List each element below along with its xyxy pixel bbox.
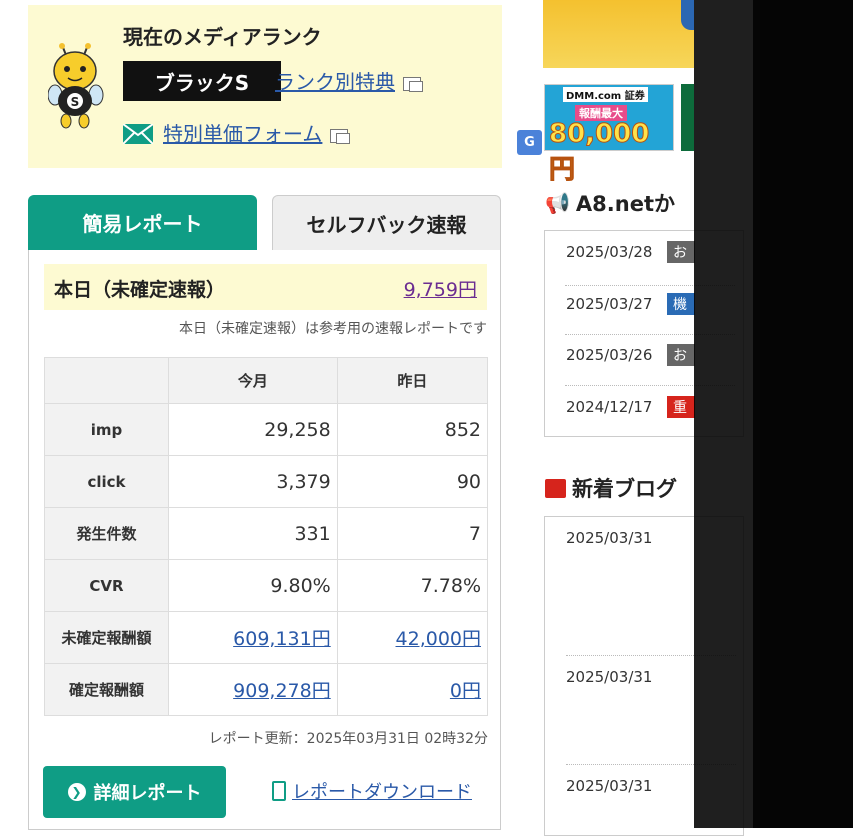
news-heading-text: A8.netか <box>575 192 675 216</box>
report-table: 今月 昨日 imp 29,258 852 click 3,379 90 発生件数… <box>44 357 489 716</box>
cell-cvr-yesterday: 7.78% <box>336 559 489 612</box>
tab-selfback-report[interactable]: セルフバック速報 <box>272 195 501 250</box>
dmm-amount: 80,000円 <box>549 119 650 186</box>
table-row: 未確定報酬額 609,131円 42,000円 <box>44 611 489 664</box>
row-label-imp: imp <box>44 403 169 456</box>
row-label-unconfirmed-reward: 未確定報酬額 <box>44 611 169 664</box>
table-row: 確定報酬額 909,278円 0円 <box>44 663 489 716</box>
cell-imp-month: 29,258 <box>168 403 338 456</box>
dmm-logo: DMM.com 証券 <box>563 87 648 102</box>
download-file-icon <box>272 781 286 801</box>
media-rank-box: S 現在のメディアランク ブラックS ランク別特典 特別単価フォーム <box>28 5 502 168</box>
bee-mascot-icon: S <box>48 43 104 129</box>
cell-occurrences-month: 331 <box>168 507 338 560</box>
cell-cvr-month: 9.80% <box>168 559 338 612</box>
news-date[interactable]: 2025/03/26 <box>566 346 652 364</box>
cell-unconfirmed-yesterday: 42,000円 <box>336 611 489 664</box>
tab-simple-report[interactable]: 簡易レポート <box>28 195 257 250</box>
detail-report-label: 詳細レポート <box>93 783 202 804</box>
cell-confirmed-yesterday: 0円 <box>336 663 489 716</box>
report-download-link-wrap: レポートダウンロード <box>272 778 472 804</box>
table-row: imp 29,258 852 <box>44 403 489 456</box>
detail-report-button[interactable]: ❯ 詳細レポート <box>43 766 226 818</box>
blog-heading-text: 新着ブログ <box>572 477 677 501</box>
cell-unconfirmed-month: 609,131円 <box>168 611 338 664</box>
news-date[interactable]: 2024/12/17 <box>566 398 652 416</box>
table-row: 発生件数 331 7 <box>44 507 489 560</box>
report-download-link[interactable]: レポートダウンロード <box>292 778 472 804</box>
row-label-confirmed-reward: 確定報酬額 <box>44 663 169 716</box>
news-tag: 機 <box>667 293 695 315</box>
cell-click-yesterday: 90 <box>336 455 489 508</box>
table-header-yesterday: 昨日 <box>336 357 489 404</box>
blog-date[interactable]: 2025/03/31 <box>566 668 652 686</box>
news-date[interactable]: 2025/03/27 <box>566 295 652 313</box>
external-window-icon <box>403 76 423 92</box>
svg-text:S: S <box>71 95 80 109</box>
news-date[interactable]: 2025/03/28 <box>566 243 652 261</box>
confirmed-month-link[interactable]: 909,278円 <box>233 680 331 702</box>
mail-icon <box>123 124 153 144</box>
cell-confirmed-month: 909,278円 <box>168 663 338 716</box>
megaphone-icon: 📢 <box>545 191 570 215</box>
special-price-form-link[interactable]: 特別単価フォーム <box>163 122 322 146</box>
today-note: 本日（未確定速報）は参考用の速報レポートです <box>179 321 487 337</box>
cell-click-month: 3,379 <box>168 455 338 508</box>
today-value-link[interactable]: 9,759円 <box>404 275 477 302</box>
unconfirmed-yesterday-link[interactable]: 42,000円 <box>396 628 481 650</box>
cell-imp-yesterday: 852 <box>336 403 489 456</box>
rank-title: 現在のメディアランク <box>123 25 322 49</box>
news-tag: 重 <box>667 396 695 418</box>
side-drawer <box>753 0 853 828</box>
table-header-month: 今月 <box>168 357 338 404</box>
today-summary: 本日（未確定速報） 9,759円 <box>44 264 487 310</box>
external-window-icon <box>330 128 351 144</box>
table-row: CVR 9.80% 7.78% <box>44 559 489 612</box>
news-heading: 📢 A8.netか <box>545 188 675 218</box>
confirmed-yesterday-link[interactable]: 0円 <box>450 680 481 702</box>
blog-icon <box>545 478 566 498</box>
banner-graphic <box>681 0 694 30</box>
blog-date[interactable]: 2025/03/31 <box>566 529 652 547</box>
blog-date[interactable]: 2025/03/31 <box>566 777 652 795</box>
table-row: click 3,379 90 <box>44 455 489 508</box>
rank-benefits-link-wrap: ランク別特典 <box>275 66 423 95</box>
ad-banner-dmm[interactable]: DMM.com 証券 報酬最大 80,000円 <box>544 84 674 186</box>
table-header-row: 今月 昨日 <box>44 357 489 404</box>
row-label-click: click <box>44 455 169 508</box>
google-translate-icon[interactable]: G <box>517 130 542 155</box>
today-label: 本日（未確定速報） <box>54 279 226 301</box>
ad-banner-green[interactable] <box>681 84 694 151</box>
special-price-form-link-wrap: 特別単価フォーム <box>163 118 351 147</box>
rank-benefits-link[interactable]: ランク別特典 <box>275 70 395 94</box>
table-header-empty <box>44 357 169 404</box>
row-label-occurrences: 発生件数 <box>44 507 169 560</box>
blog-heading: 新着ブログ <box>545 473 677 503</box>
ad-banner-top[interactable] <box>543 0 694 68</box>
news-tag: お <box>667 241 695 263</box>
unconfirmed-month-link[interactable]: 609,131円 <box>233 628 331 650</box>
chevron-right-icon: ❯ <box>67 783 86 801</box>
rank-badge: ブラックS <box>123 61 281 101</box>
report-updated-time: レポート更新：2025年03月31日 02時32分 <box>208 731 488 747</box>
news-tag: お <box>667 344 695 366</box>
row-label-cvr: CVR <box>44 559 169 612</box>
cell-occurrences-yesterday: 7 <box>336 507 489 560</box>
